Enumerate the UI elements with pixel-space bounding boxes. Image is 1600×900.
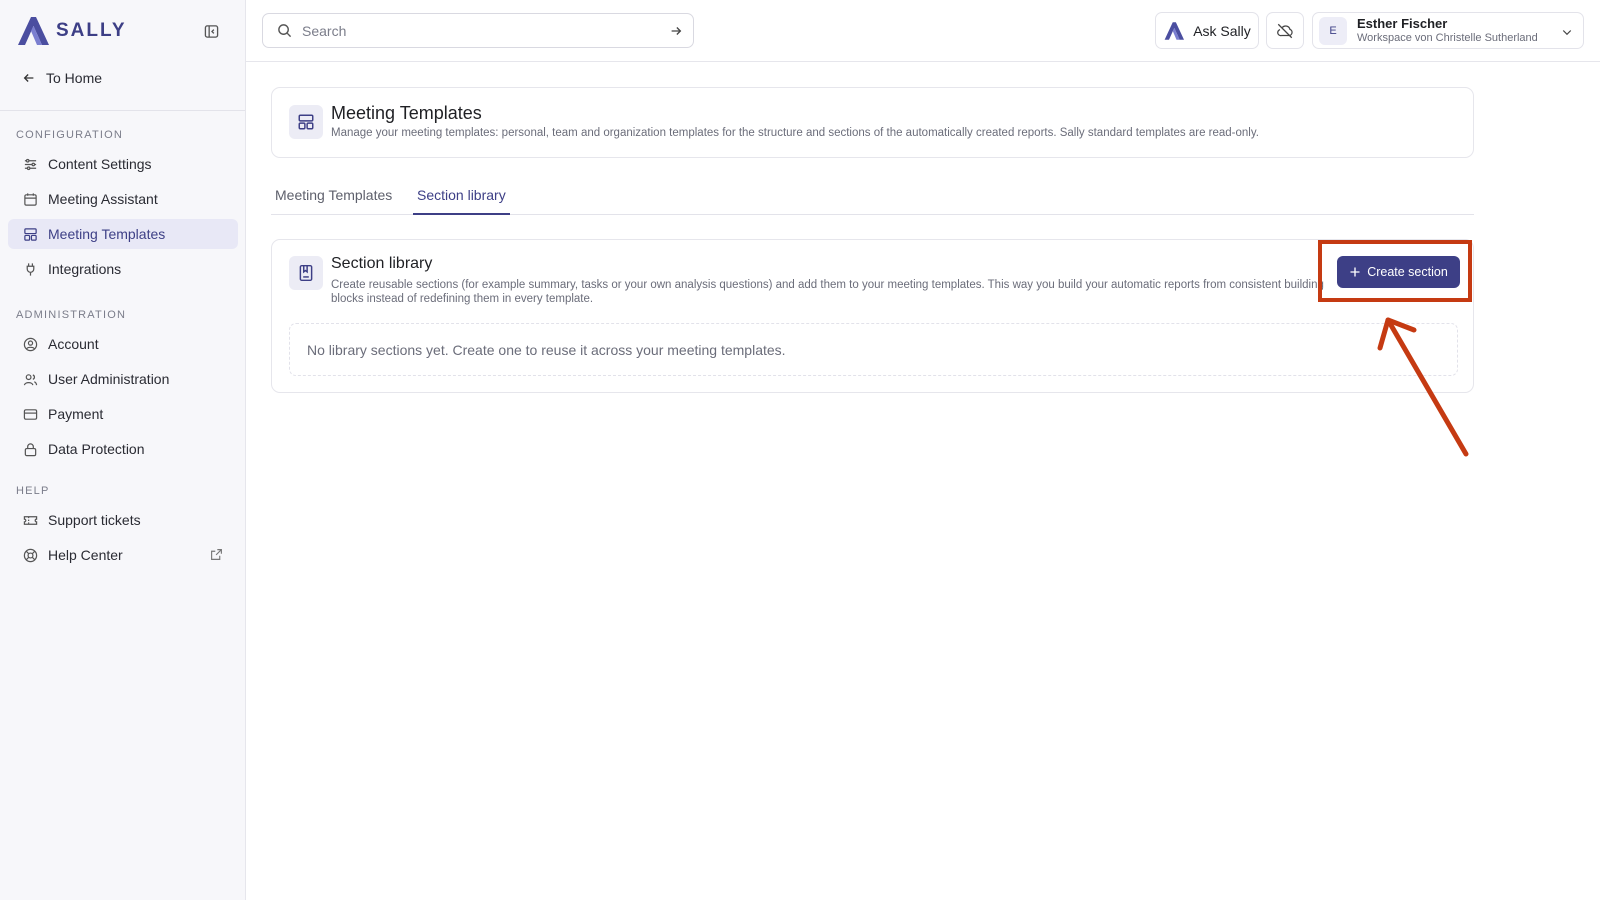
sidebar-item-meeting-templates[interactable]: Meeting Templates xyxy=(8,219,238,249)
to-home-label: To Home xyxy=(46,70,103,86)
nav-section-administration: ADMINISTRATION Account User Administrati… xyxy=(8,307,238,469)
section-description: Create reusable sections (for example su… xyxy=(331,279,1324,305)
plug-icon xyxy=(23,262,38,277)
sidebar-item-user-administration[interactable]: User Administration xyxy=(8,364,238,394)
external-link-icon xyxy=(210,548,223,564)
tab-section-library[interactable]: Section library xyxy=(413,187,510,215)
sidebar-item-help-center[interactable]: Help Center xyxy=(8,540,238,570)
credit-card-icon xyxy=(23,407,38,422)
arrow-right-icon[interactable] xyxy=(669,24,683,38)
life-buoy-icon xyxy=(23,548,38,563)
sidebar-item-content-settings[interactable]: Content Settings xyxy=(8,149,238,179)
ask-sally-label: Ask Sally xyxy=(1193,22,1251,39)
page-title: Meeting Templates xyxy=(331,103,482,123)
section-library-card: Section library Create reusable sections… xyxy=(271,239,1474,393)
sally-logo-icon xyxy=(1164,21,1185,40)
annotation-highlight-box xyxy=(1318,240,1472,302)
ticket-icon xyxy=(23,513,38,528)
sidebar-divider xyxy=(0,110,245,111)
layout-template-icon xyxy=(23,227,38,242)
sidebar-item-integrations[interactable]: Integrations xyxy=(8,254,238,284)
nav-heading: HELP xyxy=(16,485,50,497)
lock-icon xyxy=(23,442,38,457)
calendar-icon xyxy=(23,192,38,207)
cloud-off-button[interactable] xyxy=(1266,12,1304,49)
sidebar-item-label: Meeting Assistant xyxy=(48,191,158,207)
nav-heading: ADMINISTRATION xyxy=(16,309,127,321)
sidebar-item-support-tickets[interactable]: Support tickets xyxy=(8,505,238,535)
search-bar[interactable] xyxy=(262,13,694,48)
tab-meeting-templates[interactable]: Meeting Templates xyxy=(271,187,396,215)
tabs: Meeting Templates Section library xyxy=(271,180,1474,215)
page-description: Manage your meeting templates: personal,… xyxy=(331,127,1259,139)
sidebar: SALLY To Home CONFIGURATION Content Sett… xyxy=(0,0,246,900)
nav-section-configuration: CONFIGURATION Content Settings Meeting A… xyxy=(8,127,238,289)
sidebar-item-meeting-assistant[interactable]: Meeting Assistant xyxy=(8,184,238,214)
user-name: Esther Fischer xyxy=(1357,16,1448,31)
top-bar: Ask Sally E Esther Fischer Workspace von… xyxy=(246,0,1600,62)
sidebar-item-label: Data Protection xyxy=(48,441,145,457)
layout-template-icon xyxy=(289,105,323,139)
annotation-arrow xyxy=(1377,317,1469,457)
user-info: Esther Fischer Workspace von Christelle … xyxy=(1357,16,1538,45)
sidebar-item-label: Support tickets xyxy=(48,512,141,528)
sidebar-item-label: Meeting Templates xyxy=(48,226,166,242)
sidebar-item-label: Content Settings xyxy=(48,156,152,172)
sidebar-item-label: Integrations xyxy=(48,261,122,277)
sliders-icon xyxy=(23,157,38,172)
brand-name: SALLY xyxy=(56,20,127,41)
sidebar-collapse-icon xyxy=(204,24,218,38)
empty-state-message: No library sections yet. Create one to r… xyxy=(307,341,786,358)
sidebar-item-label: Help Center xyxy=(48,547,123,563)
search-icon xyxy=(278,24,292,38)
sidebar-item-label: Account xyxy=(48,336,99,352)
ask-sally-button[interactable]: Ask Sally xyxy=(1155,12,1259,49)
cloud-off-icon xyxy=(1277,23,1293,38)
section-title: Section library xyxy=(331,255,433,272)
sally-logo-icon xyxy=(18,17,49,45)
search-input[interactable] xyxy=(302,22,659,39)
page-header-card: Meeting Templates Manage your meeting te… xyxy=(271,87,1474,158)
sidebar-item-data-protection[interactable]: Data Protection xyxy=(8,434,238,464)
workspace-name: Workspace von Christelle Sutherland xyxy=(1357,32,1538,44)
chevron-down-icon xyxy=(1561,25,1573,43)
empty-state: No library sections yet. Create one to r… xyxy=(289,323,1458,376)
sidebar-item-account[interactable]: Account xyxy=(8,329,238,359)
sidebar-item-payment[interactable]: Payment xyxy=(8,399,238,429)
collapse-sidebar-button[interactable] xyxy=(202,22,220,40)
sidebar-item-label: User Administration xyxy=(48,371,170,387)
avatar: E xyxy=(1319,16,1347,45)
sidebar-item-label: Payment xyxy=(48,406,104,422)
bookmark-book-icon xyxy=(289,256,323,290)
brand-logo[interactable]: SALLY xyxy=(16,14,127,48)
nav-section-help: HELP Support tickets Help Center xyxy=(8,483,238,575)
arrow-left-icon xyxy=(23,74,34,82)
user-circle-icon xyxy=(23,337,38,352)
to-home-link[interactable]: To Home xyxy=(22,66,102,90)
users-icon xyxy=(23,372,38,387)
nav-heading: CONFIGURATION xyxy=(16,129,124,141)
user-menu[interactable]: E Esther Fischer Workspace von Christell… xyxy=(1312,12,1584,49)
